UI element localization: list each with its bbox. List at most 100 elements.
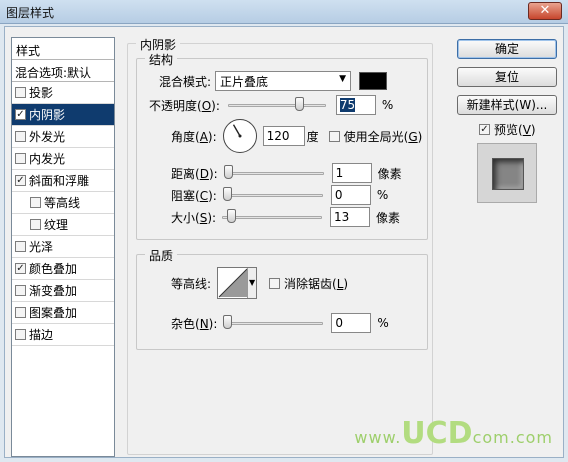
- blend-mode-value: 正片叠底: [220, 74, 269, 89]
- style-item-checkbox[interactable]: ✓: [15, 109, 26, 120]
- opacity-unit: %: [381, 98, 394, 112]
- contour-label: 等高线:: [171, 276, 212, 291]
- style-item-checkbox[interactable]: [15, 153, 26, 164]
- style-items: 投影 ✓ 内阴影 外发光 内发光 ✓ 斜面和浮雕 等高线 纹理 光泽 ✓ 颜色叠加 渐变叠加 图案叠加 描边: [12, 82, 114, 346]
- style-item-checkbox[interactable]: [30, 197, 41, 208]
- choke-unit: %: [376, 188, 389, 202]
- global-light-checkbox[interactable]: [328, 130, 340, 142]
- style-item-checkbox[interactable]: [15, 307, 26, 318]
- size-slider[interactable]: [222, 209, 323, 225]
- noise-label: 杂色(N):: [171, 316, 218, 331]
- choke-slider[interactable]: [222, 187, 323, 203]
- opacity-slider[interactable]: [227, 97, 326, 113]
- style-item-label: 内发光: [29, 152, 66, 166]
- choke-input[interactable]: 0: [330, 185, 371, 205]
- style-item[interactable]: 等高线: [12, 192, 114, 214]
- quality-title: 品质: [145, 247, 178, 264]
- style-item-checkbox[interactable]: [15, 241, 26, 252]
- angle-input[interactable]: 120: [262, 126, 305, 146]
- angle-unit: 度: [306, 129, 319, 144]
- dialog-body: 样式 混合选项:默认 投影 ✓ 内阴影 外发光 内发光 ✓ 斜面和浮雕 等高线 纹理 光泽 ✓ 颜色叠…: [4, 26, 564, 458]
- style-item-label: 投影: [29, 86, 54, 100]
- new-style-button[interactable]: 新建样式(W)...: [457, 95, 557, 115]
- style-item-label: 斜面和浮雕: [29, 174, 90, 188]
- style-item-label: 外发光: [29, 130, 66, 144]
- style-item[interactable]: 投影: [12, 82, 114, 104]
- style-item[interactable]: 光泽: [12, 236, 114, 258]
- close-button[interactable]: ✕: [528, 2, 562, 20]
- ok-button[interactable]: 确定: [457, 39, 557, 59]
- style-item-label: 等高线: [44, 196, 81, 210]
- reset-button[interactable]: 复位: [457, 67, 557, 87]
- style-item-checkbox[interactable]: ✓: [15, 175, 26, 186]
- size-row: 大小(S): 13 像素: [171, 207, 400, 227]
- blend-options-item[interactable]: 混合选项:默认: [12, 60, 114, 82]
- noise-input[interactable]: 0: [331, 313, 372, 333]
- quality-group: 品质 等高线: ▼ 消除锯齿(L) 杂色(N): 0 %: [136, 247, 428, 350]
- size-slider-thumb[interactable]: [227, 209, 237, 223]
- style-item-checkbox[interactable]: ✓: [15, 263, 26, 274]
- preview-checkbox[interactable]: ✓: [479, 124, 490, 135]
- noise-slider[interactable]: [223, 315, 324, 331]
- antialias-checkbox[interactable]: [269, 277, 281, 289]
- style-item-checkbox[interactable]: [15, 285, 26, 296]
- preview-label: 预览(V): [494, 123, 536, 137]
- style-item-label: 颜色叠加: [29, 262, 78, 276]
- preview-row: ✓ 预览(V): [479, 121, 536, 138]
- blend-mode-label: 混合模式:: [159, 74, 212, 89]
- style-item[interactable]: ✓ 斜面和浮雕: [12, 170, 114, 192]
- antialias-label: 消除锯齿(L): [284, 276, 349, 291]
- style-item-checkbox[interactable]: [30, 219, 41, 230]
- watermark: www.UCDcom.com: [354, 416, 553, 451]
- style-item[interactable]: 纹理: [12, 214, 114, 236]
- choke-row: 阻塞(C): 0 %: [171, 185, 388, 205]
- opacity-label: 不透明度(O):: [149, 98, 220, 113]
- style-item[interactable]: 图案叠加: [12, 302, 114, 324]
- size-label: 大小(S):: [171, 210, 217, 225]
- contour-picker[interactable]: ▼: [217, 267, 258, 299]
- opacity-slider-thumb[interactable]: [294, 97, 304, 111]
- structure-group: 结构 混合模式: 正片叠底 ▼ 不透明度(O): 75 % 角度(A): 120…: [136, 51, 428, 240]
- style-item-checkbox[interactable]: [15, 131, 26, 142]
- style-list-header[interactable]: 样式: [12, 38, 114, 60]
- size-input[interactable]: 13: [330, 207, 371, 227]
- noise-row: 杂色(N): 0 %: [171, 313, 389, 333]
- style-item-label: 图案叠加: [29, 306, 78, 320]
- contour-curve-icon: [218, 268, 248, 298]
- distance-unit: 像素: [377, 166, 402, 181]
- style-item[interactable]: 外发光: [12, 126, 114, 148]
- style-item[interactable]: 内发光: [12, 148, 114, 170]
- choke-slider-thumb[interactable]: [222, 187, 232, 201]
- chevron-down-icon[interactable]: ▼: [247, 268, 257, 298]
- chevron-down-icon: ▼: [339, 74, 347, 84]
- style-list: 样式 混合选项:默认 投影 ✓ 内阴影 外发光 内发光 ✓ 斜面和浮雕 等高线 纹理 光泽 ✓ 颜色叠…: [11, 37, 115, 457]
- distance-slider-thumb[interactable]: [223, 165, 233, 179]
- style-item-checkbox[interactable]: [15, 87, 26, 98]
- distance-input[interactable]: 1: [331, 163, 372, 183]
- shadow-color-swatch[interactable]: [359, 72, 388, 90]
- title-bar: 图层样式 ✕: [0, 0, 568, 24]
- preview-thumbnail: [477, 143, 537, 203]
- style-item-label: 渐变叠加: [29, 284, 78, 298]
- opacity-input[interactable]: 75: [335, 95, 376, 115]
- size-unit: 像素: [376, 210, 401, 225]
- contour-row: 等高线: ▼ 消除锯齿(L): [171, 267, 348, 299]
- angle-label: 角度(A):: [171, 129, 217, 144]
- noise-slider-thumb[interactable]: [223, 315, 233, 329]
- distance-slider[interactable]: [223, 165, 324, 181]
- style-item-label: 内阴影: [29, 108, 66, 122]
- style-item[interactable]: ✓ 内阴影: [12, 104, 114, 126]
- style-item-label: 描边: [29, 328, 54, 342]
- style-item[interactable]: 描边: [12, 324, 114, 346]
- style-item-checkbox[interactable]: [15, 329, 26, 340]
- window-title: 图层样式: [6, 6, 55, 20]
- style-item[interactable]: 渐变叠加: [12, 280, 114, 302]
- opacity-row: 不透明度(O): 75 %: [149, 95, 393, 115]
- global-light-label: 使用全局光(G): [343, 129, 423, 144]
- angle-dial[interactable]: [222, 119, 257, 153]
- angle-row: 角度(A): 120 度 使用全局光(G): [171, 119, 422, 153]
- structure-title: 结构: [145, 51, 178, 68]
- style-item[interactable]: ✓ 颜色叠加: [12, 258, 114, 280]
- distance-label: 距离(D):: [171, 166, 218, 181]
- blend-mode-select[interactable]: 正片叠底 ▼: [215, 71, 352, 91]
